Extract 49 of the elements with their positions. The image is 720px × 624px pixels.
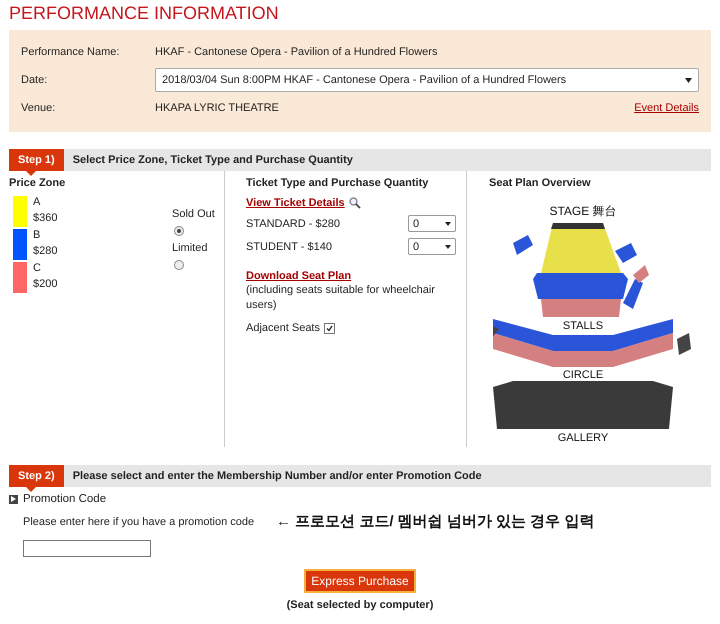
column-heading: Seat Plan Overview xyxy=(489,177,592,189)
field-label: Venue: xyxy=(21,102,56,114)
field-value: HKAPA LYRIC THEATRE xyxy=(155,102,280,114)
promotion-hint: Please enter here if you have a promotion code xyxy=(23,516,256,528)
event-details-link[interactable]: Event Details xyxy=(634,102,699,114)
search-icon xyxy=(348,197,361,209)
download-seat-plan-link[interactable]: Download Seat Plan xyxy=(246,270,352,282)
checkbox-label: Adjacent Seats xyxy=(246,322,320,334)
badge-pointer-icon xyxy=(26,171,36,176)
circle-label: CIRCLE xyxy=(562,369,604,381)
legend-label: Sold Out xyxy=(172,208,215,220)
seat-plan-note: (including seats suitable for wheelchair users) xyxy=(246,283,436,313)
dropdown-caret-icon xyxy=(445,244,451,248)
zone-name: B xyxy=(33,229,42,241)
page-title: PERFORMANCE INFORMATION xyxy=(9,2,280,25)
ticket-type: STUDENT - $140 xyxy=(246,240,332,252)
zone-name: A xyxy=(33,196,42,208)
date-select[interactable]: 2018/03/04 Sun 8:00PM HKAF - Cantonese Opera - Pavilion of a Hundred Flowers xyxy=(155,68,699,92)
quantity-select[interactable]: 0 xyxy=(408,238,456,255)
section-heading: Promotion Code xyxy=(23,493,106,505)
legend-label: Limited xyxy=(172,242,208,254)
gallery-label: GALLERY xyxy=(558,432,608,443)
zone-name: C xyxy=(33,262,42,274)
button-note: (Seat selected by computer) xyxy=(286,599,434,611)
zone-price: $200 xyxy=(33,278,58,290)
stage-label: STAGE 舞台 xyxy=(549,204,617,218)
column-heading: Price Zone xyxy=(9,177,66,189)
step-badge: Step 2) xyxy=(9,465,64,487)
column-heading: Ticket Type and Purchase Quantity xyxy=(246,177,430,189)
badge-pointer-icon xyxy=(26,487,36,492)
step-badge: Step 1) xyxy=(9,149,64,171)
stalls-label: STALLS xyxy=(562,320,604,332)
express-purchase-button[interactable]: Express Purchase xyxy=(304,569,416,593)
view-ticket-details-link[interactable]: View Ticket Details xyxy=(246,197,345,209)
field-label: Date: xyxy=(21,74,48,86)
expand-arrow-icon xyxy=(9,494,18,504)
quantity-select[interactable]: 0 xyxy=(408,215,456,232)
field-value: HKAF - Cantonese Opera - Pavilion of a Hundred Flowers xyxy=(155,46,438,58)
checkbox[interactable] xyxy=(324,322,335,334)
zone-price: $360 xyxy=(33,212,58,224)
ticket-type: STANDARD - $280 xyxy=(246,218,340,230)
dropdown-caret-icon xyxy=(445,222,451,226)
field-label: Performance Name: xyxy=(21,46,120,58)
dropdown-caret-icon xyxy=(685,78,692,82)
annotation-text: ← 프로모션 코드/ 멤버쉽 넘버가 있는 경우 입력 xyxy=(276,512,594,531)
step-title: Select Price Zone, Ticket Type and Purchase Quantity xyxy=(72,154,353,166)
zone-price: $280 xyxy=(33,245,58,257)
step-title: Please select and enter the Membership Number and/or enter Promotion Code xyxy=(72,470,482,482)
promotion-code-field[interactable] xyxy=(23,540,151,557)
